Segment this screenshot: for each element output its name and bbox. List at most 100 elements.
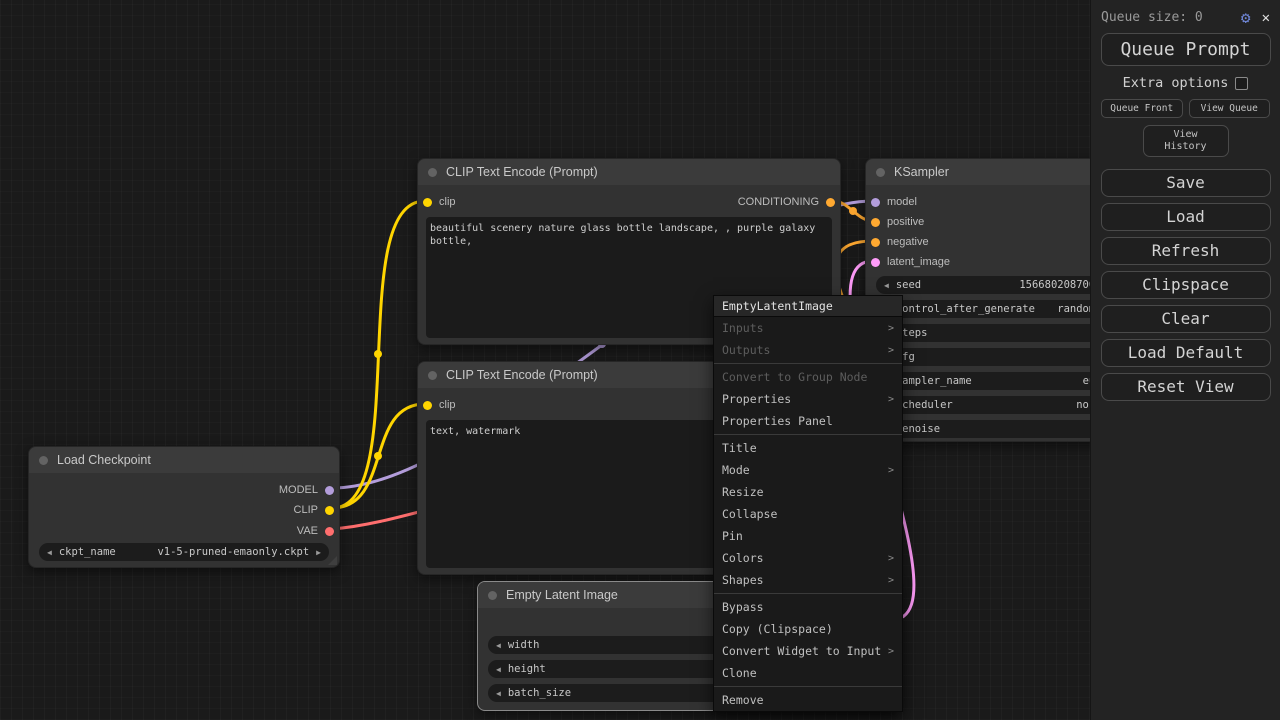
conditioning-slot-dot[interactable] bbox=[871, 217, 880, 227]
menu-item-pin[interactable]: Pin bbox=[714, 525, 902, 547]
close-icon[interactable]: ✕ bbox=[1262, 10, 1270, 26]
arrow-left-icon[interactable]: ◀ bbox=[496, 641, 501, 650]
node-load-checkpoint-header[interactable]: Load Checkpoint bbox=[29, 447, 339, 473]
menu-separator bbox=[714, 686, 902, 687]
output-slot-model[interactable]: MODEL bbox=[279, 483, 334, 497]
menu-item-convert-to-group-node: Convert to Group Node bbox=[714, 366, 902, 388]
menu-item-properties[interactable]: Properties > bbox=[714, 388, 902, 410]
node-resize-handle[interactable] bbox=[328, 556, 337, 565]
queue-front-button[interactable]: Queue Front bbox=[1101, 99, 1183, 118]
menu-item-label: Clone bbox=[722, 666, 757, 680]
node-collapse-dot[interactable] bbox=[488, 590, 497, 600]
input-slot-positive[interactable]: positive bbox=[871, 215, 924, 229]
save-button[interactable]: Save bbox=[1100, 169, 1271, 197]
view-history-button[interactable]: View History bbox=[1142, 125, 1229, 157]
arrow-right-icon[interactable]: ▶ bbox=[316, 548, 321, 557]
load-button[interactable]: Load bbox=[1100, 203, 1271, 231]
menu-item-label: Convert to Group Node bbox=[722, 370, 868, 384]
menu-item-properties-panel[interactable]: Properties Panel bbox=[714, 410, 902, 432]
settings-gear-icon[interactable]: ⚙ bbox=[1241, 8, 1251, 27]
widget-label: scheduler bbox=[895, 399, 953, 411]
model-slot-dot[interactable] bbox=[871, 197, 880, 207]
conditioning-slot-dot[interactable] bbox=[871, 237, 880, 247]
menu-item-label: Bypass bbox=[722, 600, 764, 614]
menu-item-outputs: Outputs > bbox=[714, 339, 902, 361]
slot-label: negative bbox=[887, 236, 929, 248]
view-queue-button[interactable]: View Queue bbox=[1188, 99, 1270, 118]
context-menu-title: EmptyLatentImage bbox=[714, 296, 902, 317]
menu-item-clone[interactable]: Clone bbox=[714, 662, 902, 684]
menu-item-collapse[interactable]: Collapse bbox=[714, 503, 902, 525]
widget-label: width bbox=[507, 639, 540, 651]
slot-label: clip bbox=[439, 399, 456, 411]
node-load-checkpoint[interactable]: Load Checkpoint MODEL CLIP VAE ◀ ckpt_na… bbox=[28, 446, 340, 568]
refresh-button[interactable]: Refresh bbox=[1100, 237, 1271, 265]
node-collapse-dot[interactable] bbox=[428, 370, 437, 380]
queue-prompt-button[interactable]: Queue Prompt bbox=[1100, 33, 1271, 66]
menu-item-label: Properties bbox=[722, 392, 792, 406]
menu-item-shapes[interactable]: Shapes > bbox=[714, 569, 902, 591]
arrow-left-icon[interactable]: ◀ bbox=[496, 689, 501, 698]
menu-item-label: Colors bbox=[722, 551, 764, 565]
node-collapse-dot[interactable] bbox=[428, 167, 437, 177]
menu-separator bbox=[714, 593, 902, 594]
slot-label: MODEL bbox=[278, 484, 318, 496]
menu-item-label: Inputs bbox=[722, 321, 764, 335]
widget-value: v1-5-pruned-emaonly.ckpt bbox=[157, 546, 310, 558]
node-title: Load Checkpoint bbox=[57, 453, 151, 467]
menu-item-colors[interactable]: Colors > bbox=[714, 547, 902, 569]
menu-item-remove[interactable]: Remove bbox=[714, 689, 902, 711]
clear-button[interactable]: Clear bbox=[1100, 305, 1271, 333]
input-slot-negative[interactable]: negative bbox=[871, 235, 929, 249]
submenu-arrow-icon: > bbox=[887, 322, 894, 334]
menu-item-label: Outputs bbox=[722, 343, 771, 357]
menu-separator bbox=[714, 363, 902, 364]
node-title: CLIP Text Encode (Prompt) bbox=[446, 165, 598, 179]
node-title: CLIP Text Encode (Prompt) bbox=[446, 368, 598, 382]
arrow-left-icon[interactable]: ◀ bbox=[47, 548, 52, 557]
load-default-button[interactable]: Load Default bbox=[1100, 339, 1271, 367]
menu-item-label: Mode bbox=[722, 463, 750, 477]
slot-label: model bbox=[887, 196, 917, 208]
output-slot-conditioning[interactable]: CONDITIONING bbox=[738, 195, 835, 209]
conditioning-slot-dot[interactable] bbox=[826, 197, 835, 207]
menu-item-resize[interactable]: Resize bbox=[714, 481, 902, 503]
clipspace-button[interactable]: Clipspace bbox=[1100, 271, 1271, 299]
input-slot-model[interactable]: model bbox=[871, 195, 917, 209]
menu-item-title[interactable]: Title bbox=[714, 437, 902, 459]
widget-ckpt-name[interactable]: ◀ ckpt_name v1-5-pruned-emaonly.ckpt ▶ bbox=[39, 543, 329, 561]
node-title: Empty Latent Image bbox=[506, 588, 618, 602]
latent-slot-dot[interactable] bbox=[871, 257, 880, 267]
comfyui-app: Load Checkpoint MODEL CLIP VAE ◀ ckpt_na… bbox=[0, 0, 1280, 720]
vae-slot-dot[interactable] bbox=[325, 526, 334, 536]
node-header[interactable]: CLIP Text Encode (Prompt) bbox=[418, 159, 840, 185]
input-slot-clip[interactable]: clip bbox=[423, 398, 456, 412]
node-graph-canvas[interactable]: Load Checkpoint MODEL CLIP VAE ◀ ckpt_na… bbox=[0, 0, 1145, 720]
clip-slot-dot[interactable] bbox=[423, 400, 432, 410]
clip-slot-dot[interactable] bbox=[423, 197, 432, 207]
arrow-left-icon[interactable]: ◀ bbox=[496, 665, 501, 674]
menu-item-label: Resize bbox=[722, 485, 764, 499]
output-slot-clip[interactable]: CLIP bbox=[294, 503, 334, 517]
arrow-left-icon[interactable]: ◀ bbox=[884, 281, 889, 290]
widget-label: height bbox=[507, 663, 546, 675]
input-slot-clip[interactable]: clip bbox=[423, 195, 456, 209]
node-collapse-dot[interactable] bbox=[876, 167, 885, 177]
menu-item-label: Remove bbox=[722, 693, 764, 707]
input-slot-latent-image[interactable]: latent_image bbox=[871, 255, 950, 269]
node-collapse-dot[interactable] bbox=[39, 455, 48, 465]
menu-separator bbox=[714, 434, 902, 435]
slot-label: clip bbox=[439, 196, 456, 208]
menu-item-copy-clipspace[interactable]: Copy (Clipspace) bbox=[714, 618, 902, 640]
widget-label: control_after_generate bbox=[895, 303, 1035, 315]
menu-item-label: Properties Panel bbox=[722, 414, 833, 428]
menu-item-bypass[interactable]: Bypass bbox=[714, 596, 902, 618]
extra-options-checkbox[interactable] bbox=[1235, 76, 1249, 90]
menu-item-mode[interactable]: Mode > bbox=[714, 459, 902, 481]
menu-item-convert-widget-to-input[interactable]: Convert Widget to Input > bbox=[714, 640, 902, 662]
clip-slot-dot[interactable] bbox=[325, 505, 334, 515]
menu-item-label: Collapse bbox=[722, 507, 778, 521]
reset-view-button[interactable]: Reset View bbox=[1100, 373, 1271, 401]
output-slot-vae[interactable]: VAE bbox=[297, 524, 334, 538]
model-slot-dot[interactable] bbox=[325, 485, 334, 495]
